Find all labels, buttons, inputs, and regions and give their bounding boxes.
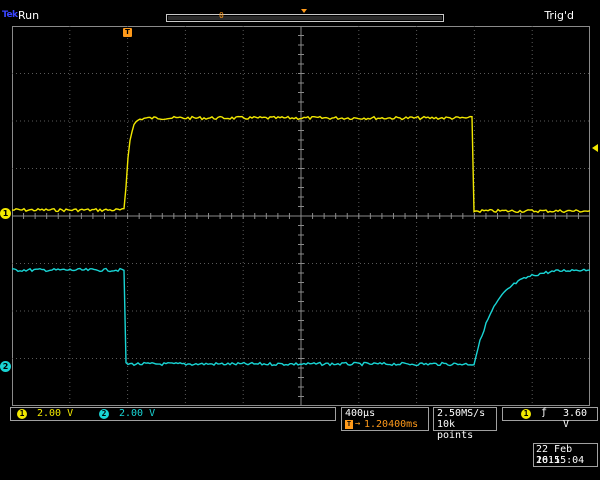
time-per-division: 400µs (345, 408, 376, 419)
record-view-bar[interactable] (166, 14, 444, 22)
acquisition-readout[interactable]: 2.50MS/s 10k points (433, 407, 497, 441)
brand-logo: Tek (2, 10, 18, 20)
acquisition-state[interactable]: Run (18, 9, 39, 22)
trigger-state: Trig'd (544, 9, 574, 22)
ch2-scale: 2.00 V (119, 408, 156, 419)
record-length: 10k points (437, 419, 474, 441)
ch2-badge: 2 (99, 409, 109, 419)
rising-edge-icon: ƒ (541, 407, 548, 418)
expansion-point-icon (301, 9, 307, 13)
oscilloscope-screen: Tek Run 0 Trig'd 1 2 T 1 2.00 V 2 2.00 V… (0, 0, 600, 480)
graticule-grid (12, 26, 590, 406)
trigger-level-icon[interactable] (592, 144, 598, 152)
trigger-position-marker: 0 (219, 11, 224, 20)
channel-scale-readout[interactable]: 1 2.00 V 2 2.00 V (10, 407, 336, 421)
trigger-readout[interactable]: 1 ƒ 3.60 V (502, 407, 598, 430)
ch1-badge: 1 (17, 409, 27, 419)
trigger-source-badge: 1 (521, 409, 531, 419)
timebase-readout[interactable]: 400µs T → 1.20400ms (341, 407, 429, 431)
trigger-delay-icon: T (345, 420, 353, 429)
ch1-scale: 2.00 V (37, 408, 74, 419)
sample-rate: 2.50MS/s (437, 408, 486, 419)
trigger-time-icon[interactable]: T (123, 28, 132, 37)
ch2-ground-marker[interactable]: 2 (0, 361, 11, 372)
waveform-graticule (12, 26, 590, 406)
ch1-ground-marker[interactable]: 1 (0, 208, 11, 219)
arrow-right-icon: → (355, 419, 361, 429)
datetime-readout: 22 Feb 2011 16:55:04 (533, 443, 598, 467)
status-bar: Tek Run 0 Trig'd (0, 0, 600, 26)
time: 16:55:04 (536, 455, 585, 466)
trigger-level: 3.60 V (563, 408, 588, 430)
record-view-window (168, 16, 442, 20)
trigger-delay: 1.20400ms (364, 419, 419, 430)
